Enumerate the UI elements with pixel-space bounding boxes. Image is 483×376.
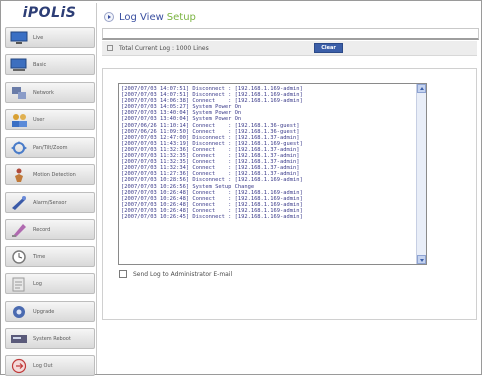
log-icon: [9, 275, 29, 293]
users-icon: [9, 111, 29, 129]
sidebar-item-user[interactable]: User: [5, 109, 95, 130]
title-bullet-icon: [104, 12, 114, 22]
sidebar: iPOLiS Live Basic Network User Pan/Tilt/Zoom…: [3, 3, 97, 376]
sidebar-item-upgrade[interactable]: Upgrade: [5, 301, 95, 322]
clear-button[interactable]: Clear: [314, 43, 343, 53]
sidebar-item-pan-tilt-zoom[interactable]: Pan/Tilt/Zoom: [5, 137, 95, 158]
email-option: Send Log to Administrator E-mail: [119, 270, 232, 278]
sidebar-item-time[interactable]: Time: [5, 246, 95, 267]
sidebar-item-label: System Reboot: [33, 335, 71, 342]
clock-icon: [9, 248, 29, 266]
sidebar-item-live[interactable]: Live: [5, 27, 95, 48]
page-title-sub: Setup: [166, 11, 196, 23]
window-frame: iPOLiS Live Basic Network User Pan/Tilt/Zoom…: [0, 0, 482, 376]
scroll-down-icon[interactable]: [417, 255, 426, 264]
sidebar-item-label: Log: [33, 280, 42, 287]
sidebar-item-label: Alarm/Sensor: [33, 199, 67, 206]
sidebar-item-label: Record: [33, 226, 51, 233]
email-option-label: Send Log to Administrator E-mail: [133, 270, 233, 278]
log-entry: [2007/07/03 10:26:45] Disconnect : [192.…: [121, 213, 303, 220]
sidebar-item-label: Motion Detection: [33, 171, 76, 178]
alarm-icon: [9, 194, 29, 212]
log-lines: [2007/07/03 14:07:51] Disconnect : [192.…: [121, 86, 414, 220]
total-log-label: Total Current Log : 1000 Lines: [119, 44, 209, 52]
page-title-main: Log View: [119, 11, 164, 23]
log-scrollbar[interactable]: [416, 84, 426, 264]
sidebar-item-log-out[interactable]: Log Out: [5, 355, 95, 376]
motion-icon: [9, 166, 29, 184]
sidebar-item-system-reboot[interactable]: System Reboot: [5, 328, 95, 349]
sidebar-item-label: Basic: [33, 61, 47, 68]
sidebar-item-network[interactable]: Network: [5, 82, 95, 103]
sidebar-item-label: Pan/Tilt/Zoom: [33, 144, 68, 151]
sidebar-item-label: Network: [33, 89, 54, 96]
reboot-icon: [9, 330, 29, 348]
computer-icon: [9, 56, 29, 74]
logout-icon: [9, 357, 29, 375]
sidebar-item-label: Time: [33, 253, 46, 260]
sidebar-item-label: Upgrade: [33, 308, 55, 315]
sidebar-item-label: User: [33, 116, 45, 123]
sidebar-item-record[interactable]: Record: [5, 219, 95, 240]
email-checkbox[interactable]: [119, 270, 127, 278]
network-icon: [9, 84, 29, 102]
record-icon: [9, 221, 29, 239]
upgrade-icon: [9, 303, 29, 321]
top-divider: [102, 28, 479, 40]
log-status-bar: Total Current Log : 1000 Lines Clear: [102, 41, 477, 56]
status-bullet-icon: [107, 45, 113, 51]
sidebar-item-log[interactable]: Log: [5, 273, 95, 294]
scroll-up-icon[interactable]: [417, 84, 426, 93]
sidebar-item-motion-detection[interactable]: Motion Detection: [5, 164, 95, 185]
sidebar-item-alarm-sensor[interactable]: Alarm/Sensor: [5, 192, 95, 213]
sidebar-item-basic[interactable]: Basic: [5, 54, 95, 75]
monitor-icon: [9, 29, 29, 47]
log-listbox[interactable]: [2007/07/03 14:07:51] Disconnect : [192.…: [118, 83, 427, 265]
ptz-icon: [9, 139, 29, 157]
logo: iPOLiS: [22, 5, 77, 21]
page-title: Log View Setup: [104, 9, 196, 25]
sidebar-item-label: Log Out: [33, 362, 53, 369]
sidebar-item-label: Live: [33, 34, 44, 41]
